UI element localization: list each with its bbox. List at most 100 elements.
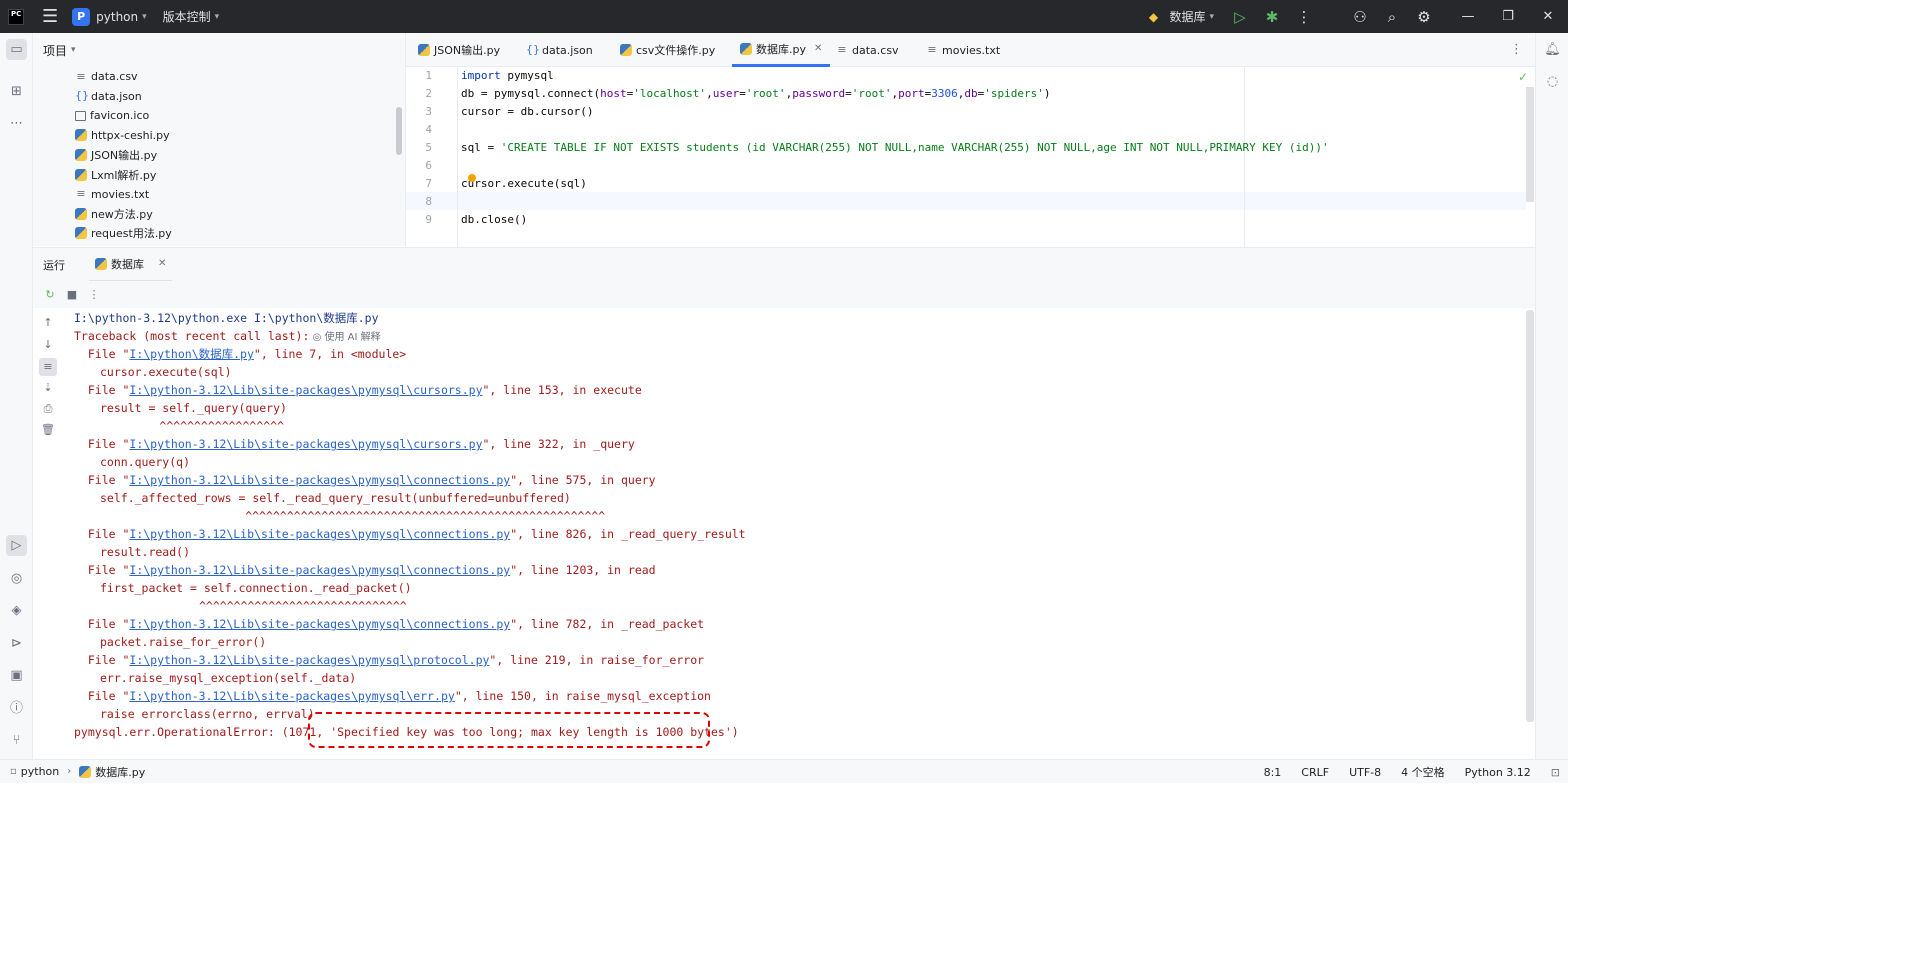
more-tools-icon[interactable]: ⋯	[6, 113, 27, 134]
file-path-link[interactable]: I:\python-3.12\Lib\site-packages\pymysql…	[129, 617, 510, 631]
chevron-down-icon[interactable]: ▾	[71, 45, 76, 55]
more-actions-icon[interactable]: ⋮	[1288, 8, 1320, 26]
right-margin-guide	[1244, 67, 1245, 247]
project-panel-title[interactable]: 项目	[43, 42, 67, 59]
file-tree-item[interactable]: JSON输出.py	[75, 145, 157, 164]
minimize-icon[interactable]: —	[1448, 9, 1488, 24]
file-path-link[interactable]: I:\python-3.12\Lib\site-packages\pymysql…	[129, 689, 454, 703]
file-tree-item[interactable]: Lxml解析.py	[75, 165, 156, 184]
intention-bulb-icon[interactable]	[468, 174, 476, 182]
file-path-link[interactable]: I:\python\数据库.py	[129, 347, 254, 361]
scroll-down-icon[interactable]: ↓	[39, 336, 57, 354]
line-number: 4	[425, 123, 432, 136]
traceback-code: first_packet = self.connection._read_pac…	[100, 581, 412, 595]
run-config-selector[interactable]: 数据库	[1169, 8, 1205, 25]
traceback-frame: File "I:\python-3.12\Lib\site-packages\p…	[74, 437, 635, 451]
file-tree-item[interactable]: ≡ data.csv	[75, 67, 137, 86]
status-bar: ▫ python › 数据库.py 8:1 CRLF UTF-8 4 个空格 P…	[0, 759, 1568, 783]
chevron-down-icon[interactable]: ▾	[215, 12, 220, 22]
run-toolbar: ↻ ■ ⋮	[33, 281, 1535, 308]
problems-icon[interactable]: ⓘ	[6, 698, 27, 719]
file-tree-item[interactable]: request用法.py	[75, 224, 172, 243]
file-name: new方法.py	[91, 207, 153, 221]
ai-assistant-icon[interactable]: ◌	[1542, 71, 1563, 92]
print-icon[interactable]: ⎙	[39, 400, 57, 418]
console-scrollbar[interactable]	[1526, 310, 1534, 722]
chevron-down-icon[interactable]: ▾	[1209, 12, 1214, 22]
run-console[interactable]: I:\python-3.12\python.exe I:\python\数据库.…	[64, 308, 1526, 758]
more-options-icon[interactable]: ⋮	[83, 288, 105, 301]
file-path-link[interactable]: I:\python-3.12\Lib\site-packages\pymysql…	[129, 437, 482, 451]
editor-tab[interactable]: 数据库.py ✕	[732, 33, 831, 67]
explain-with-ai-link[interactable]: ◎ 使用 AI 解释	[309, 332, 381, 343]
editor-tab[interactable]: csv文件操作.py	[620, 33, 715, 67]
vcs-menu[interactable]: 版本控制	[163, 8, 211, 25]
project-badge-icon[interactable]: P	[72, 7, 91, 26]
file-path-link[interactable]: I:\python-3.12\Lib\site-packages\pymysql…	[129, 383, 482, 397]
run-tab[interactable]: 数据库 ✕	[89, 248, 173, 282]
more-tabs-icon[interactable]: ⋮	[1510, 42, 1523, 57]
run-tool-icon[interactable]: ▷	[6, 535, 27, 556]
notifications-bell-icon[interactable]: 🔔︎	[1542, 39, 1563, 60]
code-editor[interactable]: 1 2 3 4 5 6 7 8 9 import pymysql db = pymysql.con…	[406, 67, 1535, 247]
file-path-link[interactable]: I:\python-3.12\Lib\site-packages\pymysql…	[129, 653, 489, 667]
code-line: import pymysql	[461, 69, 554, 82]
line-number: 1	[425, 69, 432, 82]
file-tree-item[interactable]: new方法.py	[75, 204, 153, 223]
close-tab-icon[interactable]: ✕	[158, 258, 166, 269]
file-tree-item[interactable]: {} data.json	[75, 87, 142, 106]
run-panel-title[interactable]: 运行	[43, 257, 65, 273]
run-side-toolbar: ↑ ↓ ≡ ⇣ ⎙ 🗑︎	[33, 308, 64, 758]
close-tab-icon[interactable]: ✕	[814, 43, 822, 54]
caret-position[interactable]: 8:1	[1264, 766, 1282, 779]
breadcrumb-project[interactable]: python	[21, 765, 59, 778]
file-path-link[interactable]: I:\python-3.12\Lib\site-packages\pymysql…	[129, 563, 510, 577]
traceback-header: Traceback (most recent call last): ◎ 使用 …	[74, 329, 381, 343]
run-icon[interactable]: ▷	[1224, 8, 1256, 26]
file-name: favicon.ico	[90, 109, 150, 123]
lock-icon[interactable]: ⊡	[1551, 766, 1560, 779]
file-path-link[interactable]: I:\python-3.12\Lib\site-packages\pymysql…	[129, 473, 510, 487]
settings-gear-icon[interactable]: ⚙	[1408, 8, 1440, 26]
editor-tab[interactable]: JSON输出.py	[418, 33, 500, 67]
structure-icon[interactable]: ⊞	[6, 81, 27, 102]
indent-setting[interactable]: 4 个空格	[1401, 764, 1445, 780]
git-icon[interactable]: ⑂	[6, 730, 27, 751]
project-name[interactable]: python	[96, 10, 138, 24]
close-window-icon[interactable]: ✕	[1528, 9, 1568, 24]
breadcrumb-file[interactable]: 数据库.py	[95, 764, 145, 780]
editor-tab[interactable]: ≡ data.csv	[836, 33, 898, 67]
stop-icon[interactable]: ■	[61, 288, 83, 301]
terminal-icon[interactable]: ▣	[6, 665, 27, 686]
line-separator[interactable]: CRLF	[1301, 766, 1329, 779]
no-problems-check-icon[interactable]: ✓	[1518, 70, 1528, 84]
tab-label: 数据库.py	[756, 42, 806, 56]
python-packages-icon[interactable]: ◈	[6, 600, 27, 621]
file-tree-item[interactable]: ≡ movies.txt	[75, 185, 149, 204]
rerun-icon[interactable]: ↻	[39, 288, 61, 301]
scroll-to-end-icon[interactable]: ⇣	[39, 379, 57, 397]
editor-scrollbar[interactable]	[1526, 87, 1534, 202]
search-icon[interactable]: ⌕	[1376, 8, 1408, 26]
scroll-up-icon[interactable]: ↑	[39, 314, 57, 332]
python-interpreter[interactable]: Python 3.12	[1465, 766, 1531, 779]
clear-console-trash-icon[interactable]: 🗑︎	[39, 421, 57, 439]
editor-tab[interactable]: {} data.json	[526, 33, 593, 67]
editor-tab[interactable]: ≡ movies.txt	[926, 33, 1000, 67]
file-encoding[interactable]: UTF-8	[1349, 766, 1381, 779]
python-file-icon	[95, 257, 107, 270]
file-path-link[interactable]: I:\python-3.12\Lib\site-packages\pymysql…	[129, 527, 510, 541]
soft-wrap-icon[interactable]: ≡	[39, 358, 57, 376]
debug-icon[interactable]: ✱	[1256, 8, 1288, 26]
project-folder-icon[interactable]: ▭	[6, 39, 27, 60]
services-icon[interactable]: ⊳	[6, 633, 27, 654]
file-name: httpx-ceshi.py	[91, 128, 170, 142]
add-user-icon[interactable]: ⚇	[1344, 8, 1376, 26]
chevron-down-icon[interactable]: ▾	[142, 12, 147, 22]
project-scrollbar[interactable]	[396, 107, 402, 155]
file-tree-item[interactable]: favicon.ico	[75, 106, 149, 125]
file-tree-item[interactable]: httpx-ceshi.py	[75, 126, 170, 145]
restore-icon[interactable]: ❐	[1488, 9, 1528, 24]
main-menu-icon[interactable]: ☰	[42, 6, 58, 27]
python-console-icon[interactable]: ◎	[6, 568, 27, 589]
